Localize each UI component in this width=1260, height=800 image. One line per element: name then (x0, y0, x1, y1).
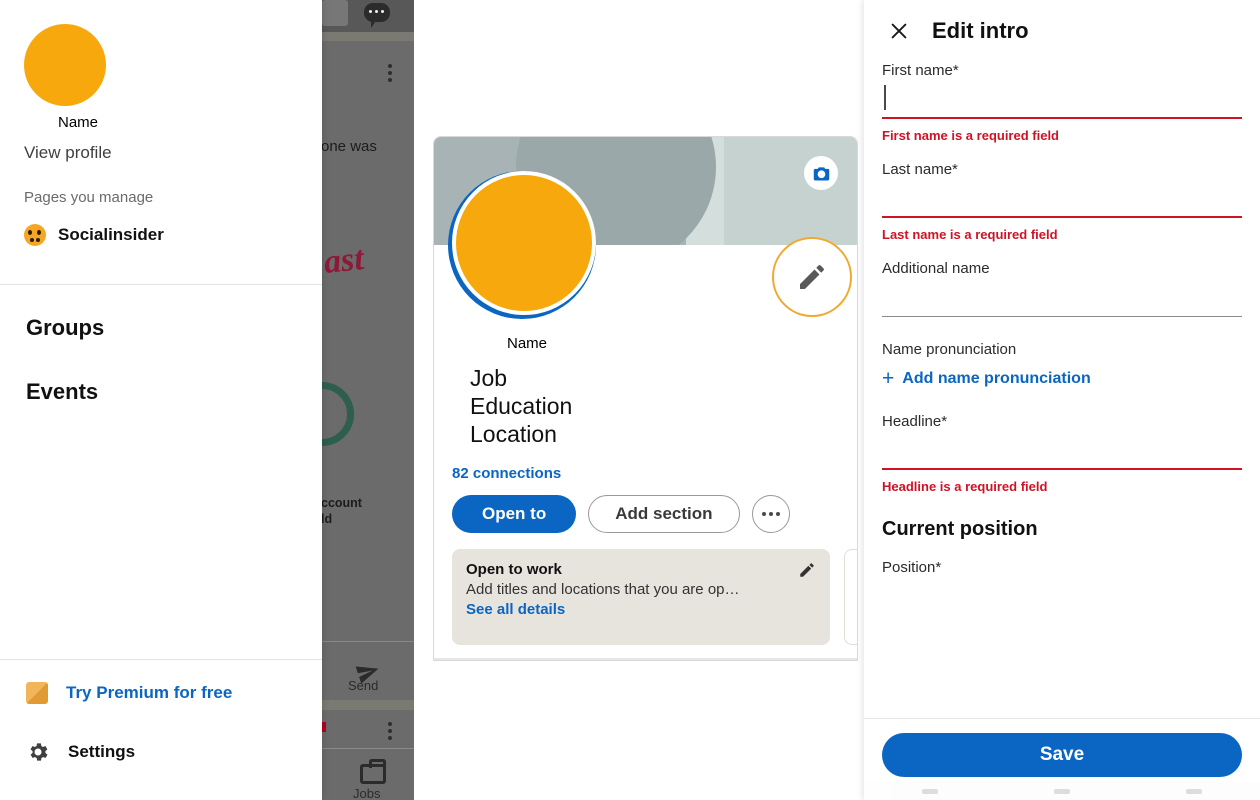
plus-icon: + (882, 367, 895, 390)
open-to-work-card[interactable]: Open to work Add titles and locations th… (452, 549, 830, 645)
pencil-icon (800, 265, 824, 289)
background-divider-2 (322, 748, 414, 749)
sidebar-bottom-list: Try Premium for free Settings (0, 660, 322, 800)
name-pronunciation-label: Name pronunciation (882, 341, 1017, 358)
edit-intro-form: First name* First name is a required fie… (864, 62, 1260, 718)
page-title: Edit intro (932, 18, 1029, 43)
background-band-1 (322, 32, 414, 41)
jobs-label: Jobs (353, 786, 381, 800)
last-name-input[interactable] (882, 178, 1242, 218)
avatar[interactable] (452, 171, 596, 315)
last-name-label: Last name* (882, 161, 958, 178)
text-caret (884, 85, 886, 110)
open-to-work-title: Open to work (466, 561, 562, 578)
edit-intro-panel: Edit intro First name* First name is a r… (864, 0, 1260, 800)
chat-bubble-dots (369, 10, 384, 13)
see-all-details-link[interactable]: See all details (466, 601, 816, 618)
last-name-error: Last name is a required field (882, 227, 1058, 242)
sidebar-premium-label: Try Premium for free (66, 683, 233, 702)
background-text-fragment-2: ast (322, 240, 366, 281)
field-position: Position* (882, 559, 1242, 576)
first-name-label: First name* (882, 62, 959, 79)
sidebar-pages-heading: Pages you manage (24, 189, 154, 206)
add-name-pronunciation-label: Add name pronunciation (902, 369, 1091, 387)
ghost-bottom-nav (864, 782, 1260, 800)
field-last-name: Last name* Last name is a required field (882, 161, 1242, 242)
socialinsider-logo-icon (24, 224, 46, 246)
profile-action-row: Open to Add section (452, 495, 790, 533)
ghost-nav-item (922, 788, 938, 794)
headline-label: Headline* (882, 413, 948, 430)
kebab-menu-icon-2[interactable] (388, 722, 392, 740)
background-text-fragment-1: one was (322, 138, 377, 155)
current-position-heading: Current position (882, 518, 1038, 540)
sidebar-user-name: Name (57, 114, 98, 131)
avatar[interactable] (24, 24, 106, 106)
sidebar-item-groups[interactable]: Groups (26, 315, 322, 341)
save-button[interactable]: Save (882, 733, 1242, 777)
background-red-marker (322, 722, 326, 732)
open-to-work-subtitle: Add titles and locations that you are op… (466, 581, 740, 598)
field-headline: Headline* Headline is a required field (882, 413, 1242, 494)
background-feed-strip: one was ast ccount ld Send Jobs (322, 0, 414, 800)
background-text-fragment-4: ld (322, 512, 333, 526)
send-label: Send (348, 678, 379, 693)
background-topbar (322, 0, 414, 32)
sidebar-item-try-premium[interactable]: Try Premium for free (26, 682, 322, 704)
camera-icon[interactable] (804, 156, 838, 190)
field-additional-name: Additional name (882, 260, 1242, 317)
first-name-error: First name is a required field (882, 128, 1059, 143)
background-divider-1 (322, 641, 414, 642)
sidebar-profile-block: Name View profile Pages you manage Socia… (0, 0, 322, 260)
kebab-menu-icon[interactable] (388, 64, 392, 82)
screen-root: one was ast ccount ld Send Jobs Name Vie… (0, 0, 1260, 800)
position-label: Position* (882, 559, 942, 576)
connections-link[interactable]: 82 connections (452, 465, 561, 482)
profile-detail-lines: Job Education Location (470, 365, 572, 448)
gear-icon (26, 740, 50, 764)
field-first-name: First name* First name is a required fie… (882, 62, 1242, 143)
premium-badge-icon (26, 682, 48, 704)
sidebar-settings-label: Settings (68, 742, 136, 761)
pencil-icon[interactable] (798, 561, 816, 584)
headline-input[interactable] (882, 430, 1242, 470)
additional-name-label: Additional name (882, 260, 990, 277)
sidebar-item-socialinsider[interactable]: Socialinsider (24, 224, 322, 246)
field-name-pronunciation: Name pronunciation + Add name pronunciat… (882, 341, 1242, 389)
background-green-blob (322, 382, 354, 446)
edit-intro-header: Edit intro (864, 0, 1260, 62)
adjacent-card-peek[interactable] (844, 549, 857, 645)
profile-card-footer-divider (434, 658, 857, 660)
sidebar-item-events[interactable]: Events (26, 379, 322, 405)
close-icon[interactable] (884, 16, 914, 46)
account-sidebar: Name View profile Pages you manage Socia… (0, 0, 322, 800)
background-topbar-tile (322, 0, 348, 26)
banner-region-3 (724, 137, 857, 245)
sidebar-item-settings[interactable]: Settings (26, 740, 322, 764)
open-to-button[interactable]: Open to (452, 495, 577, 533)
headline-error: Headline is a required field (882, 479, 1048, 494)
sidebar-item-view-profile[interactable]: View profile (24, 143, 322, 163)
ghost-nav-item (1054, 788, 1070, 794)
profile-line-location: Location (470, 420, 557, 447)
first-name-input[interactable] (882, 79, 1242, 119)
add-name-pronunciation-button[interactable]: + Add name pronunciation (882, 368, 1242, 389)
sidebar-page-label: Socialinsider (58, 225, 164, 244)
ghost-nav-item (1186, 788, 1202, 794)
background-band-2 (322, 700, 414, 710)
background-text-fragment-3: ccount (322, 496, 362, 510)
profile-line-job: Job (470, 365, 508, 391)
more-options-icon[interactable] (751, 495, 790, 533)
profile-line-education: Education (470, 392, 573, 419)
additional-name-input[interactable] (882, 277, 1242, 317)
add-section-button[interactable]: Add section (588, 495, 740, 533)
profile-card: Name Job Education Location 82 connectio… (433, 136, 858, 661)
profile-avatar-wrap[interactable] (448, 171, 596, 319)
jobs-icon[interactable] (360, 759, 386, 784)
edit-profile-button[interactable] (772, 237, 852, 317)
sidebar-nav-list: Groups Events (0, 285, 322, 635)
chat-bubble-icon[interactable] (364, 3, 390, 28)
profile-name: Name (507, 335, 548, 352)
